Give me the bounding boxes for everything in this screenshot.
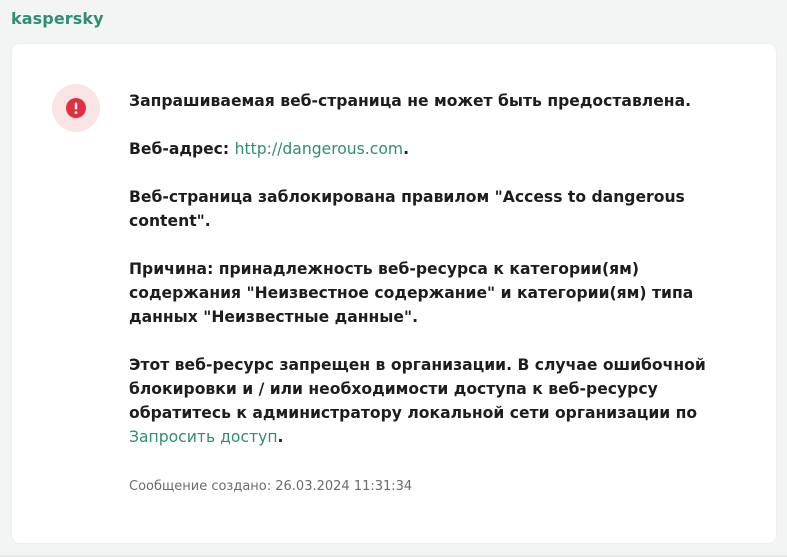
- message-content: Запрашиваемая веб-страница не может быть…: [129, 89, 739, 473]
- policy-line: Этот веб-ресурс запрещен в организации. …: [129, 353, 739, 449]
- message-title: Запрашиваемая веб-страница не может быть…: [129, 92, 692, 110]
- web-address-line: Веб-адрес: http://dangerous.com.: [129, 137, 739, 161]
- message-timestamp: Сообщение создано: 26.03.2024 11:31:34: [129, 479, 413, 494]
- kaspersky-logo: kaspersky: [11, 9, 104, 28]
- rule-text: Веб-страница заблокирована правилом "Acc…: [129, 188, 685, 230]
- web-address-label: Веб-адрес:: [129, 140, 235, 158]
- web-address-link[interactable]: http://dangerous.com: [235, 140, 403, 158]
- web-address-suffix: .: [403, 140, 410, 158]
- request-access-link[interactable]: Запросить доступ: [129, 428, 278, 446]
- alert-icon-badge: [52, 84, 100, 132]
- block-message-card: Запрашиваемая веб-страница не может быть…: [12, 44, 776, 543]
- alert-circle-icon: [66, 98, 86, 118]
- policy-text: Этот веб-ресурс запрещен в организации. …: [129, 356, 706, 422]
- reason-text: Причина: принадлежность веб-ресурса к ка…: [129, 260, 694, 326]
- policy-suffix: .: [277, 428, 284, 446]
